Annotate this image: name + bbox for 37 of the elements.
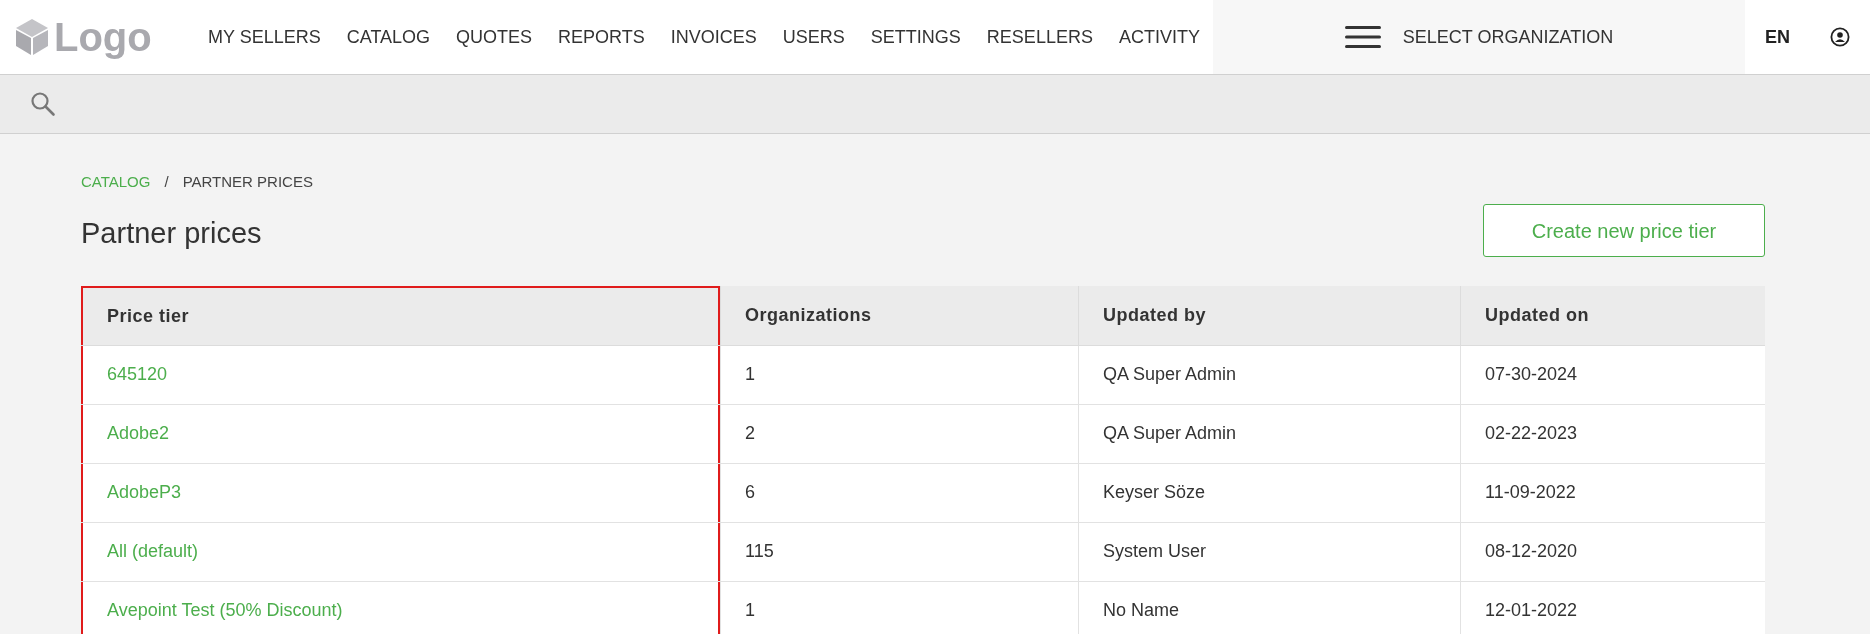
column-header: Organizations xyxy=(720,285,1078,345)
breadcrumb-text: PARTNER PRICES xyxy=(182,172,313,192)
user-icon[interactable] xyxy=(1830,27,1850,47)
table-cell: 11-09-2022 xyxy=(1460,463,1765,522)
table-cell: 2 xyxy=(720,404,1078,463)
menu-icon xyxy=(1344,25,1381,49)
nav-link[interactable]: RESELLERS xyxy=(986,23,1093,51)
table-cell: 6 xyxy=(720,463,1078,522)
table-cell: 115 xyxy=(720,522,1078,581)
nav-link[interactable]: USERS xyxy=(782,23,845,51)
column-header: Price tier xyxy=(81,285,720,345)
column-header: Updated by xyxy=(1078,285,1460,345)
table-cell: 08-12-2020 xyxy=(1460,522,1765,581)
breadcrumb-text: / xyxy=(164,172,169,192)
table-cell: 12-01-2022 xyxy=(1460,581,1765,634)
table-cell: System User xyxy=(1078,522,1460,581)
column-header: Updated on xyxy=(1460,285,1765,345)
table-cell: 1 xyxy=(720,581,1078,634)
nav-link[interactable]: ACTIVITY xyxy=(1118,23,1200,51)
cube-icon xyxy=(14,18,50,56)
nav-link[interactable]: MY SELLERS xyxy=(208,23,321,51)
table-cell: QA Super Admin xyxy=(1078,404,1460,463)
table-cell: 1 xyxy=(720,345,1078,404)
table-cell: QA Super Admin xyxy=(1078,345,1460,404)
language-button[interactable]: EN xyxy=(1765,23,1790,51)
table-cell: Keyser Söze xyxy=(1078,463,1460,522)
organization-selector[interactable]: SELECT ORGANIZATION xyxy=(1213,0,1745,74)
search-icon[interactable] xyxy=(30,91,56,117)
table-cell: 07-30-2024 xyxy=(1460,345,1765,404)
nav-link[interactable]: INVOICES xyxy=(670,23,757,51)
table-cell: No Name xyxy=(1078,581,1460,634)
nav-link[interactable]: CATALOG xyxy=(346,23,431,51)
page-title: Partner prices xyxy=(81,215,262,251)
nav-link[interactable]: SETTINGS xyxy=(870,23,961,51)
table-cell: 02-22-2023 xyxy=(1460,404,1765,463)
nav-link[interactable]: QUOTES xyxy=(456,23,533,51)
nav-link[interactable]: REPORTS xyxy=(558,23,645,51)
